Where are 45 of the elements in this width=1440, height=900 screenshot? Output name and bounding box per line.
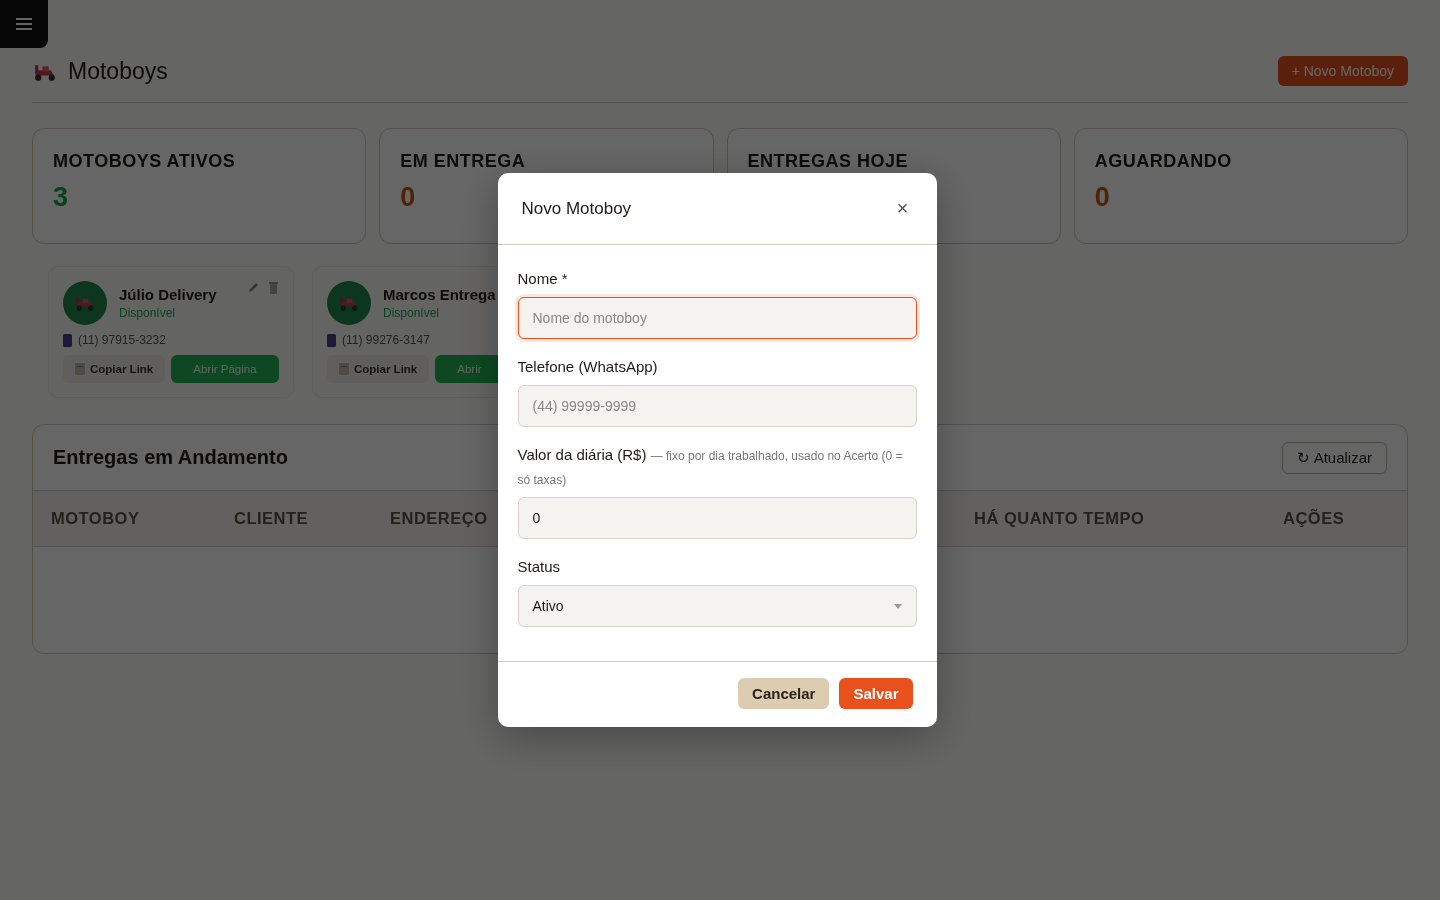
stat-value: 0 bbox=[400, 182, 416, 213]
menu-icon bbox=[16, 17, 32, 31]
stat-value: 0 bbox=[1094, 182, 1110, 213]
input-field[interactable]: Nome do motoboy bbox=[517, 297, 917, 339]
trash-icon[interactable] bbox=[268, 281, 279, 294]
field-label: Valor da diária (R$) — fixo por dia trabalhado, usado no Acerto (0 = só taxas) bbox=[517, 445, 904, 489]
page-title: Motoboys bbox=[68, 57, 168, 85]
motoboy-name: Marcos Entrega bbox=[383, 286, 496, 303]
save-button[interactable]: Salvar bbox=[839, 678, 913, 709]
stat-value: 3 bbox=[53, 182, 69, 213]
field-label: Telefone (WhatsApp) bbox=[517, 357, 659, 377]
caret-icon bbox=[893, 603, 902, 609]
column-header: MOTOBOY bbox=[51, 509, 140, 528]
copy-link-button[interactable]: Copiar Link bbox=[63, 355, 166, 383]
field-label: Status bbox=[517, 557, 562, 577]
field-label: Nome * bbox=[517, 269, 569, 289]
pencil-icon[interactable] bbox=[247, 281, 260, 294]
input-field[interactable]: 0 bbox=[517, 497, 917, 539]
motoboy-status: Disponível bbox=[383, 306, 441, 320]
stat-label: MOTOBOYS ATIVOS bbox=[53, 151, 237, 172]
column-header: AÇÕES bbox=[1283, 509, 1345, 528]
stat-label: AGUARDANDO bbox=[1094, 151, 1233, 172]
column-header: HÁ QUANTO TEMPO bbox=[974, 509, 1145, 528]
clipboard-icon bbox=[75, 363, 85, 375]
motoboy-status: Disponível bbox=[119, 306, 177, 320]
close-button[interactable]: × bbox=[892, 197, 913, 220]
status-select[interactable]: Ativo bbox=[517, 585, 917, 627]
dialog-title: Novo Motoboy bbox=[521, 198, 632, 219]
menu-button[interactable] bbox=[0, 0, 48, 48]
clipboard-icon bbox=[339, 363, 349, 375]
copy-link-button[interactable]: Copiar Link bbox=[327, 355, 430, 383]
new-motoboy-button[interactable]: + Novo Motoboy bbox=[1277, 56, 1408, 86]
refresh-button[interactable]: ↻ Atualizar bbox=[1282, 441, 1387, 474]
column-header: CLIENTE bbox=[234, 509, 309, 528]
motoboy-phone: (11) 97915-3232 bbox=[78, 333, 166, 347]
stat-label: ENTREGAS HOJE bbox=[747, 151, 910, 172]
open-page-button[interactable]: Abrir Página bbox=[171, 355, 279, 383]
cancel-button[interactable]: Cancelar bbox=[738, 678, 830, 709]
column-header: ENDEREÇO bbox=[390, 509, 488, 528]
motoboy-name: Júlio Delivery bbox=[119, 286, 217, 303]
panel-title: Entregas em Andamento bbox=[53, 446, 288, 469]
phone-icon bbox=[63, 333, 72, 347]
phone-icon bbox=[327, 333, 336, 347]
motoboy-phone: (11) 99276-3147 bbox=[342, 333, 430, 347]
stat-label: EM ENTREGA bbox=[400, 151, 527, 172]
